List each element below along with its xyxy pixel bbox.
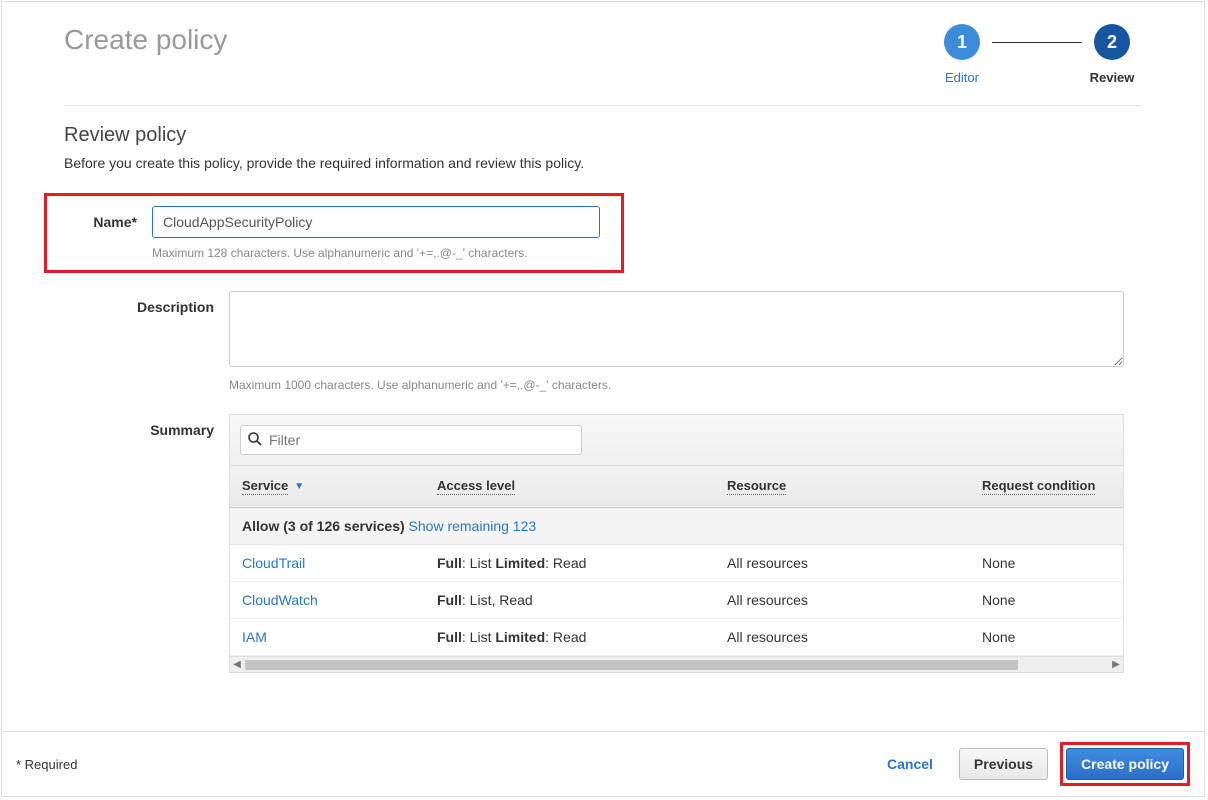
section-title: Review policy — [64, 124, 1142, 147]
create-button-highlight: Create policy — [1060, 742, 1190, 786]
name-label: Name* — [67, 206, 152, 260]
request-condition-cell: None — [970, 545, 1123, 581]
description-label: Description — [64, 291, 229, 315]
service-link[interactable]: CloudTrail — [242, 555, 305, 571]
resource-cell: All resources — [715, 582, 970, 618]
header-service[interactable]: Service ▼ — [230, 466, 425, 507]
request-condition-cell: None — [970, 582, 1123, 618]
summary-panel: Service ▼ Access level Resource Request … — [229, 414, 1124, 673]
resource-cell: All resources — [715, 619, 970, 655]
wizard-stepper: 1 Editor 2 Review — [932, 24, 1142, 85]
scroll-thumb[interactable] — [245, 660, 1018, 670]
step-editor[interactable]: 1 Editor — [932, 24, 992, 85]
access-level-cell: Full: List, Read — [425, 582, 715, 618]
step-connector — [992, 42, 1082, 43]
step-label-review: Review — [1090, 70, 1135, 85]
scroll-right-arrow-icon[interactable]: ▶ — [1109, 659, 1123, 670]
search-icon — [247, 431, 263, 450]
step-review[interactable]: 2 Review — [1082, 24, 1142, 85]
summary-label: Summary — [64, 414, 229, 438]
table-row: IAM Full: List Limited: ReadAll resources… — [230, 619, 1123, 656]
sort-caret-icon: ▼ — [294, 481, 304, 492]
horizontal-scrollbar[interactable]: ◀ ▶ — [230, 656, 1123, 672]
section-description: Before you create this policy, provide t… — [64, 155, 1142, 171]
header-request-condition[interactable]: Request condition — [970, 466, 1123, 507]
step-label-editor: Editor — [945, 70, 979, 85]
summary-table-header: Service ▼ Access level Resource Request … — [230, 466, 1123, 508]
page-title: Create policy — [64, 24, 227, 56]
service-link[interactable]: IAM — [242, 629, 267, 645]
service-link[interactable]: CloudWatch — [242, 592, 318, 608]
scroll-left-arrow-icon[interactable]: ◀ — [230, 659, 244, 670]
name-highlight-box: Name* Maximum 128 characters. Use alphan… — [44, 193, 624, 273]
allow-summary-row: Allow (3 of 126 services) Show remaining… — [230, 508, 1123, 545]
create-policy-button[interactable]: Create policy — [1066, 748, 1184, 780]
previous-button[interactable]: Previous — [959, 748, 1048, 780]
name-input[interactable] — [152, 206, 600, 238]
description-input[interactable] — [229, 291, 1124, 367]
access-level-cell: Full: List Limited: Read — [425, 545, 715, 581]
resource-cell: All resources — [715, 545, 970, 581]
show-remaining-link[interactable]: Show remaining 123 — [409, 518, 537, 534]
header-access-level[interactable]: Access level — [425, 466, 715, 507]
request-condition-cell: None — [970, 619, 1123, 655]
name-hint: Maximum 128 characters. Use alphanumeric… — [152, 246, 605, 260]
table-row: CloudTrail Full: List Limited: ReadAll re… — [230, 545, 1123, 582]
required-note: * Required — [16, 757, 77, 772]
step-number-2: 2 — [1094, 24, 1130, 60]
access-level-cell: Full: List Limited: Read — [425, 619, 715, 655]
cancel-button[interactable]: Cancel — [873, 748, 947, 780]
description-hint: Maximum 1000 characters. Use alphanumeri… — [229, 378, 1142, 392]
step-number-1: 1 — [944, 24, 980, 60]
filter-input[interactable] — [240, 425, 582, 455]
table-row: CloudWatch Full: List, ReadAll resourcesN… — [230, 582, 1123, 619]
header-resource[interactable]: Resource — [715, 466, 970, 507]
